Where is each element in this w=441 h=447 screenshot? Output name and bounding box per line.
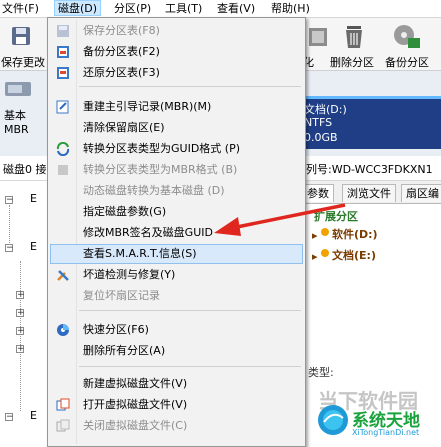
- red-arrow-annotation: [214, 203, 346, 236]
